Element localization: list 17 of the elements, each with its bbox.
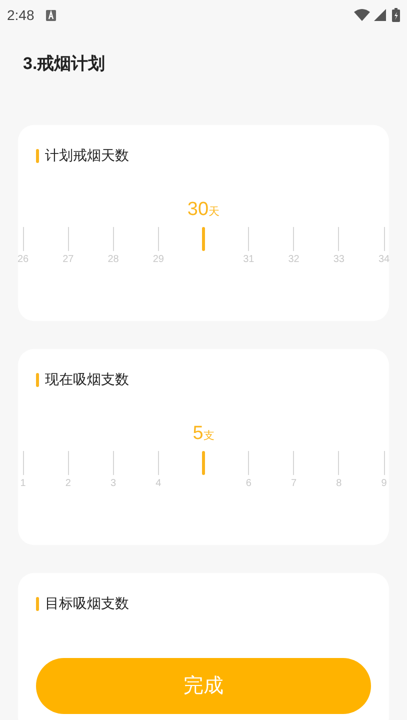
accent-bar [36,148,39,162]
done-button[interactable]: 完成 [36,658,371,714]
value-text: 30 [187,200,209,219]
accent-bar [36,372,39,386]
battery-icon [392,8,400,22]
signal-icon [374,9,386,21]
value-text: 5 [192,424,204,443]
unit-text: 天 [208,207,220,218]
card-title: 现在吸烟支数 [45,370,129,389]
page-title: 3.戒烟计划 [23,53,106,76]
card-title: 目标吸烟支数 [45,594,129,613]
card-title: 计划戒烟天数 [45,146,129,165]
status-time: 2:48 [7,6,34,24]
accent-bar [36,596,39,610]
wifi-icon [354,9,370,21]
unit-text: 支 [203,431,214,442]
notification-icon [46,10,56,20]
